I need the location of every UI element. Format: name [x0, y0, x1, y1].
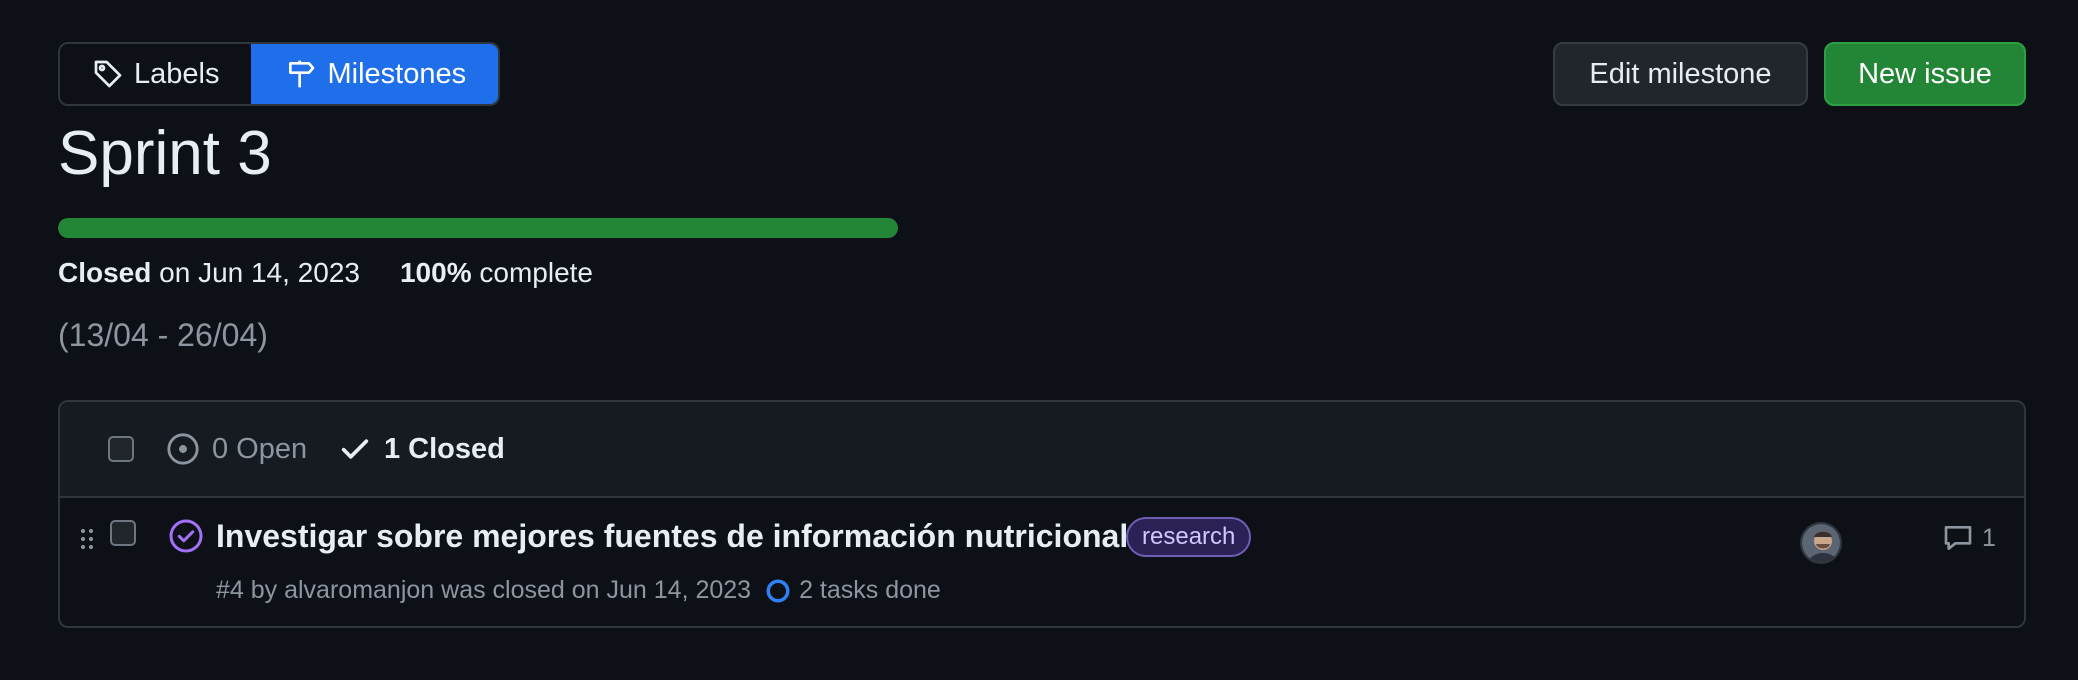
check-icon [341, 439, 369, 459]
task-progress-icon [766, 579, 790, 602]
drag-handle-icon[interactable] [80, 528, 94, 550]
issue-row[interactable]: Investigar sobre mejores fuentes de info… [60, 498, 2024, 626]
closed-issues-tab[interactable]: 1 Closed [338, 432, 505, 466]
issues-box: 0 Open 1 Closed Investigar sobre mejores… [58, 400, 2026, 628]
issue-checkbox[interactable] [110, 520, 136, 546]
milestone-meta: Closed on Jun 14, 2023 100% complete [58, 257, 593, 289]
milestone-progress-bar [58, 218, 898, 238]
avatar-image [1802, 524, 1840, 562]
comments-link[interactable]: 1 [1942, 522, 1996, 554]
closed-date: on Jun 14, 2023 [151, 257, 360, 288]
issue-closed-icon [169, 519, 203, 553]
milestone-title: Sprint 3 [58, 119, 272, 188]
progress-fill [58, 218, 898, 238]
closed-issues-label: 1 Closed [384, 432, 505, 465]
open-issues-label: 0 Open [212, 432, 308, 465]
select-all-checkbox[interactable] [108, 436, 134, 462]
completion-percent: 100% [399, 257, 472, 288]
milestones-tab[interactable]: Milestones [251, 44, 499, 104]
comment-icon [1944, 526, 1972, 550]
labels-milestones-nav: Labels Milestones [58, 42, 501, 106]
comment-count: 1 [1982, 523, 1996, 552]
new-issue-button[interactable]: New issue [1824, 42, 2026, 106]
closed-status: Closed on Jun 14, 2023 [58, 257, 360, 289]
issue-meta-text: #4 by alvaromanjon was closed on Jun 14,… [216, 576, 752, 604]
tasks-progress: 2 tasks done [765, 576, 941, 605]
tag-icon [94, 60, 122, 88]
milestone-description: (13/04 - 26/04) [58, 317, 268, 353]
closed-word: Closed [58, 257, 152, 288]
issue-title-link[interactable]: Investigar sobre mejores fuentes de info… [216, 518, 1128, 555]
labels-tab[interactable]: Labels [60, 44, 252, 104]
issue-label[interactable]: research [1126, 517, 1252, 557]
milestone-page: Labels Milestones Edit milestone New iss… [0, 0, 2078, 680]
tasks-label: 2 tasks done [799, 576, 941, 604]
milestones-tab-label: Milestones [327, 57, 467, 90]
assignee-avatar[interactable] [1800, 522, 1842, 564]
open-issues-tab[interactable]: 0 Open [166, 432, 307, 466]
issues-header: 0 Open 1 Closed [60, 402, 2024, 498]
completion-suffix: complete [471, 257, 594, 288]
issue-meta: #4 by alvaromanjon was closed on Jun 14,… [216, 576, 941, 605]
edit-milestone-button[interactable]: Edit milestone [1553, 42, 1808, 106]
labels-tab-label: Labels [134, 57, 220, 90]
completion-status: 100% complete [400, 257, 593, 289]
milestone-icon [289, 60, 315, 88]
issue-open-icon [167, 433, 199, 465]
